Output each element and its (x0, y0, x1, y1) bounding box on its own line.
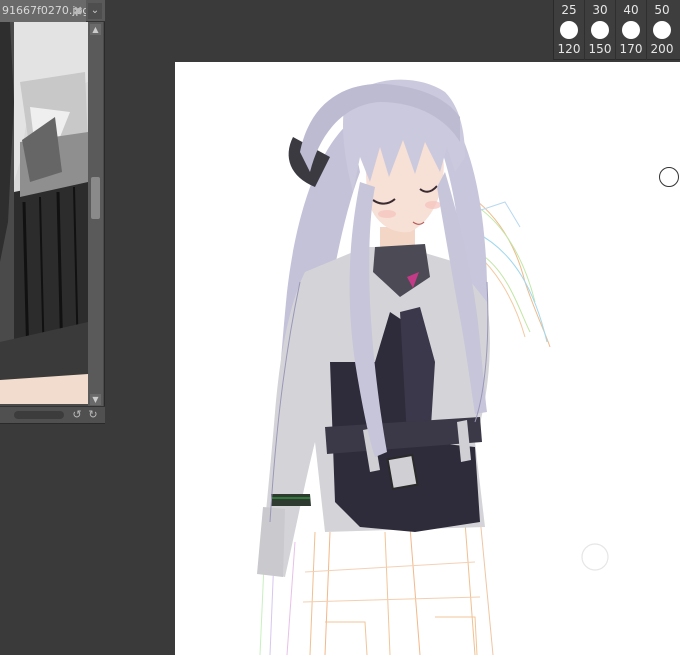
scrollbar-thumb[interactable] (91, 177, 100, 219)
reference-vertical-scrollbar[interactable]: ▲ ▼ (88, 22, 103, 408)
brush-preview-200[interactable] (647, 19, 677, 41)
brush-cursor (659, 167, 679, 187)
drawing-canvas[interactable] (175, 62, 680, 655)
reference-image (0, 22, 88, 404)
brush-preview-120[interactable] (554, 19, 584, 41)
brush-size-palette: 25 30 40 50 120 150 170 200 (553, 0, 680, 60)
brush-preview-150[interactable] (585, 19, 615, 41)
brush-preview-170[interactable] (616, 19, 646, 41)
illustration (257, 79, 609, 655)
brush-size-120[interactable]: 120 (554, 41, 584, 57)
brush-size-200[interactable]: 200 (647, 41, 677, 57)
brush-size-30[interactable]: 30 (585, 2, 615, 18)
brush-size-40[interactable]: 40 (616, 2, 646, 18)
horizontal-scrollbar-thumb[interactable] (14, 411, 64, 419)
brush-size-170[interactable]: 170 (616, 41, 646, 57)
reference-titlebar: 91667f0270.jpg ✖ ⌄ (0, 0, 105, 22)
rotate-left-icon[interactable]: ↺ (70, 408, 84, 422)
brush-size-50[interactable]: 50 (647, 2, 677, 18)
close-icon[interactable]: ✖ (73, 0, 83, 22)
scroll-up-icon[interactable]: ▲ (90, 24, 101, 35)
reference-bottom-bar: ↺ ↻ (0, 406, 105, 423)
scroll-down-icon[interactable]: ▼ (90, 394, 101, 405)
rotate-right-icon[interactable]: ↻ (86, 408, 100, 422)
brush-size-25[interactable]: 25 (554, 2, 584, 18)
chevron-down-icon[interactable]: ⌄ (88, 3, 102, 19)
reference-tab[interactable]: 91667f0270.jpg ✖ (0, 0, 86, 22)
brush-size-150[interactable]: 150 (585, 41, 615, 57)
reference-window: 91667f0270.jpg ✖ ⌄ ▲ ▼ ↺ ↻ (0, 0, 105, 424)
